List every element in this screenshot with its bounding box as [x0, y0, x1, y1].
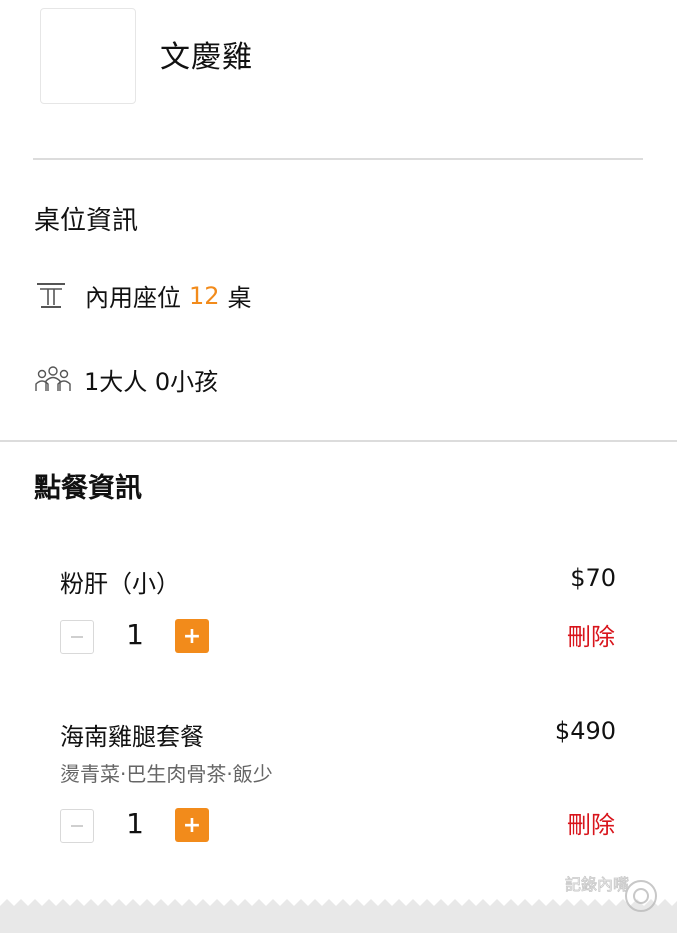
seat-suffix: 桌 — [227, 284, 252, 312]
quantity-value: 1 — [126, 807, 144, 840]
people-icon — [34, 364, 74, 396]
table-icon — [34, 280, 68, 312]
item-name: 粉肝（小） — [60, 570, 180, 598]
seat-number: 12 — [189, 281, 220, 310]
store-name: 文慶雞 — [160, 40, 253, 75]
quantity-value: 1 — [126, 618, 144, 651]
people-count: 1大人 0小孩 — [84, 368, 219, 396]
watermark-text: 記錄內嘴 — [565, 875, 629, 894]
decrease-quantity-button[interactable] — [60, 620, 94, 654]
item-price: $490 — [554, 717, 616, 745]
plus-icon: + — [182, 623, 202, 649]
delete-item-button[interactable]: 刪除 — [515, 617, 615, 652]
plus-icon: + — [182, 812, 202, 838]
people-row: 1大人 0小孩 — [34, 362, 218, 397]
item-name: 海南雞腿套餐 — [60, 723, 204, 751]
store-logo — [40, 8, 136, 104]
order-info-title: 點餐資訊 — [34, 473, 142, 504]
increase-quantity-button[interactable]: + — [175, 619, 209, 653]
delete-item-button[interactable]: 刪除 — [515, 805, 615, 840]
table-info-title: 桌位資訊 — [34, 206, 139, 236]
divider — [33, 158, 643, 160]
minus-icon — [71, 636, 83, 638]
divider — [0, 440, 677, 442]
watermark-logo: 記錄內嘴 — [563, 868, 663, 922]
item-options: 燙青菜·巴生肉骨茶·飯少 — [60, 762, 273, 786]
minus-icon — [71, 825, 83, 827]
decrease-quantity-button[interactable] — [60, 809, 94, 843]
seat-prefix: 內用座位 — [85, 284, 181, 312]
item-price: $70 — [570, 564, 616, 592]
seat-row: 內用座位 12 桌 — [34, 278, 252, 313]
increase-quantity-button[interactable]: + — [175, 808, 209, 842]
